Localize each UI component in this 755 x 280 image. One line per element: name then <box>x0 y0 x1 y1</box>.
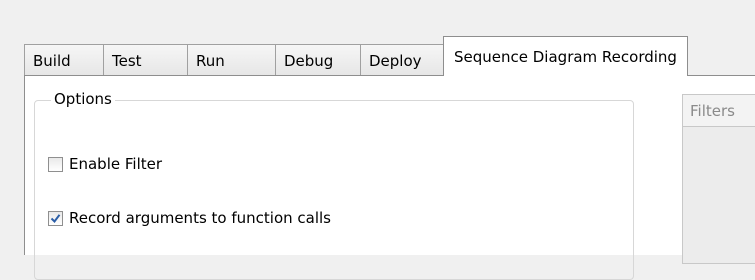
options-group-label: Options <box>51 90 115 108</box>
tab-panel: Options Enable Filter Record arguments t… <box>24 75 755 280</box>
tab-strip: Build Test Run Debug Deploy Sequence Dia… <box>24 36 755 76</box>
tab-sequence-diagram-recording-label: Sequence Diagram Recording <box>454 47 677 66</box>
check-icon <box>50 213 61 223</box>
tab-debug-label: Debug <box>284 51 334 70</box>
record-arguments-label: Record arguments to function calls <box>69 209 331 227</box>
enable-filter-label: Enable Filter <box>69 155 163 173</box>
filters-label: Filters <box>690 101 735 120</box>
filters-panel: Filters <box>682 94 755 264</box>
options-group <box>34 100 634 280</box>
tab-build[interactable]: Build <box>24 44 104 76</box>
enable-filter-checkbox[interactable] <box>48 156 63 172</box>
tab-deploy-label: Deploy <box>369 51 422 70</box>
tab-build-label: Build <box>33 51 71 70</box>
filters-header: Filters <box>682 94 755 127</box>
enable-filter-option[interactable]: Enable Filter <box>48 155 162 173</box>
filters-list[interactable] <box>682 127 755 264</box>
record-arguments-checkbox[interactable] <box>48 210 63 226</box>
tab-test-label: Test <box>112 51 142 70</box>
tab-run[interactable]: Run <box>187 44 276 76</box>
tab-sequence-diagram-recording[interactable]: Sequence Diagram Recording <box>443 36 688 76</box>
tab-test[interactable]: Test <box>103 44 188 76</box>
record-arguments-option[interactable]: Record arguments to function calls <box>48 209 331 227</box>
tab-deploy[interactable]: Deploy <box>360 44 444 76</box>
tab-debug[interactable]: Debug <box>275 44 361 76</box>
tab-run-label: Run <box>196 51 225 70</box>
